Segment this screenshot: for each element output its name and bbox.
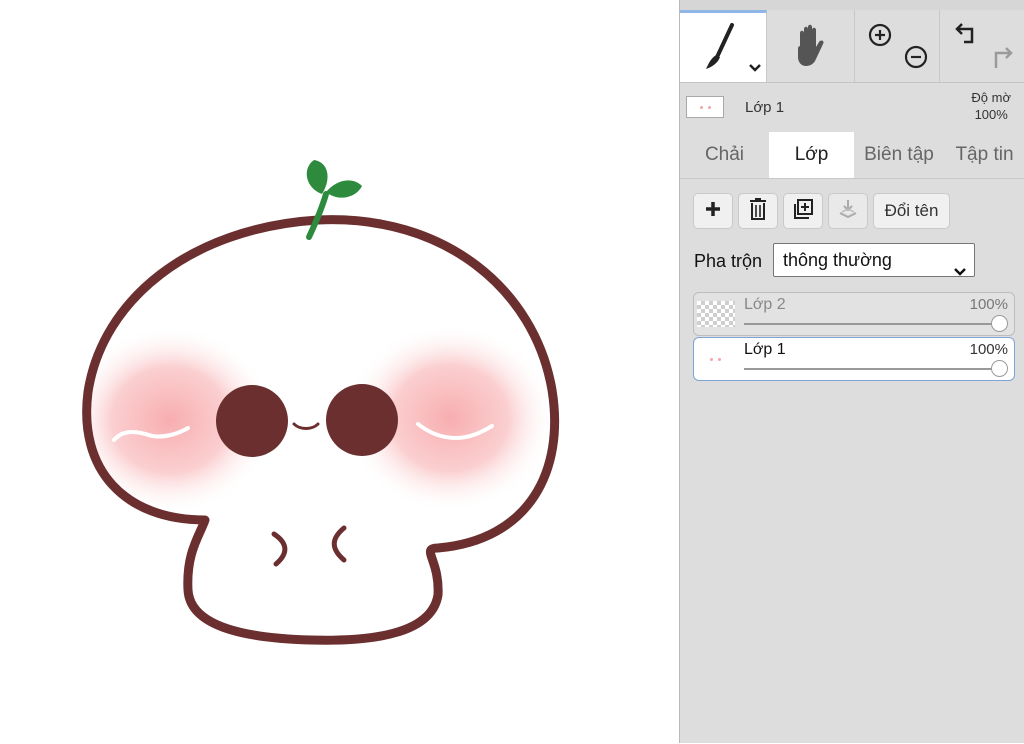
- duplicate-icon: [792, 198, 814, 225]
- tab-file[interactable]: Tập tin: [944, 132, 1024, 178]
- add-layer-button[interactable]: [693, 193, 733, 229]
- layer-2-opacity-knob[interactable]: [991, 315, 1008, 332]
- duplicate-layer-button[interactable]: [783, 193, 823, 229]
- side-panel: Lớp 1 Độ mờ 100% Chải Lớp Biên tập Tập t…: [679, 0, 1024, 743]
- rename-layer-button[interactable]: Đổi tên: [873, 193, 950, 229]
- rename-layer-label: Đổi tên: [884, 201, 939, 220]
- opacity-value: 100%: [974, 107, 1008, 122]
- brush-tool-button[interactable]: [680, 10, 767, 82]
- layer-2-thumbnail: [697, 301, 735, 327]
- layer-1-thumbnail: [697, 346, 735, 372]
- mushroom-drawing: [82, 160, 560, 645]
- tab-brush[interactable]: Chải: [680, 132, 769, 178]
- opacity-readout: Độ mờ 100%: [971, 89, 1011, 123]
- panel-tabs: Chải Lớp Biên tập Tập tin: [680, 132, 1024, 178]
- blend-mode-select[interactable]: thông thường: [773, 243, 975, 277]
- hand-tool-button[interactable]: [767, 10, 855, 82]
- layer-2-opacity-slider[interactable]: [744, 323, 1000, 325]
- layer-2-name: Lớp 2: [744, 296, 786, 313]
- zoom-tool-group: [855, 10, 940, 82]
- merge-down-icon: [838, 198, 858, 225]
- tab-layer[interactable]: Lớp: [769, 132, 854, 178]
- delete-layer-button[interactable]: [738, 193, 778, 229]
- chevron-down-icon: [954, 255, 966, 287]
- layer-1-opacity-knob[interactable]: [991, 360, 1008, 377]
- history-tool-group: [940, 10, 1024, 82]
- layer-row-1[interactable]: Lớp 1 100%: [693, 337, 1015, 381]
- layer-1-opacity: 100%: [969, 341, 1008, 358]
- trash-icon: [749, 197, 767, 225]
- layer-2-opacity: 100%: [969, 296, 1008, 313]
- tool-bar: [680, 0, 1024, 83]
- layer-panel-content: Đổi tên Pha trộn thông thường Lớp 2 100%…: [680, 178, 1024, 744]
- merge-down-button[interactable]: [828, 193, 868, 229]
- current-layer-name: Lớp 1: [745, 99, 785, 116]
- current-layer-info: Lớp 1 Độ mờ 100%: [680, 82, 1024, 132]
- drawing-canvas[interactable]: [0, 0, 679, 743]
- plus-icon: [705, 201, 721, 222]
- tab-edit[interactable]: Biên tập: [854, 132, 944, 178]
- layer-row-2[interactable]: Lớp 2 100%: [693, 292, 1015, 336]
- blend-mode-label: Pha trộn: [694, 251, 763, 271]
- layer-1-opacity-slider[interactable]: [744, 368, 1000, 370]
- blend-mode-value: thông thường: [783, 250, 892, 270]
- opacity-label: Độ mờ: [971, 90, 1011, 105]
- layer-1-name: Lớp 1: [744, 341, 786, 358]
- current-layer-thumbnail: [686, 96, 724, 118]
